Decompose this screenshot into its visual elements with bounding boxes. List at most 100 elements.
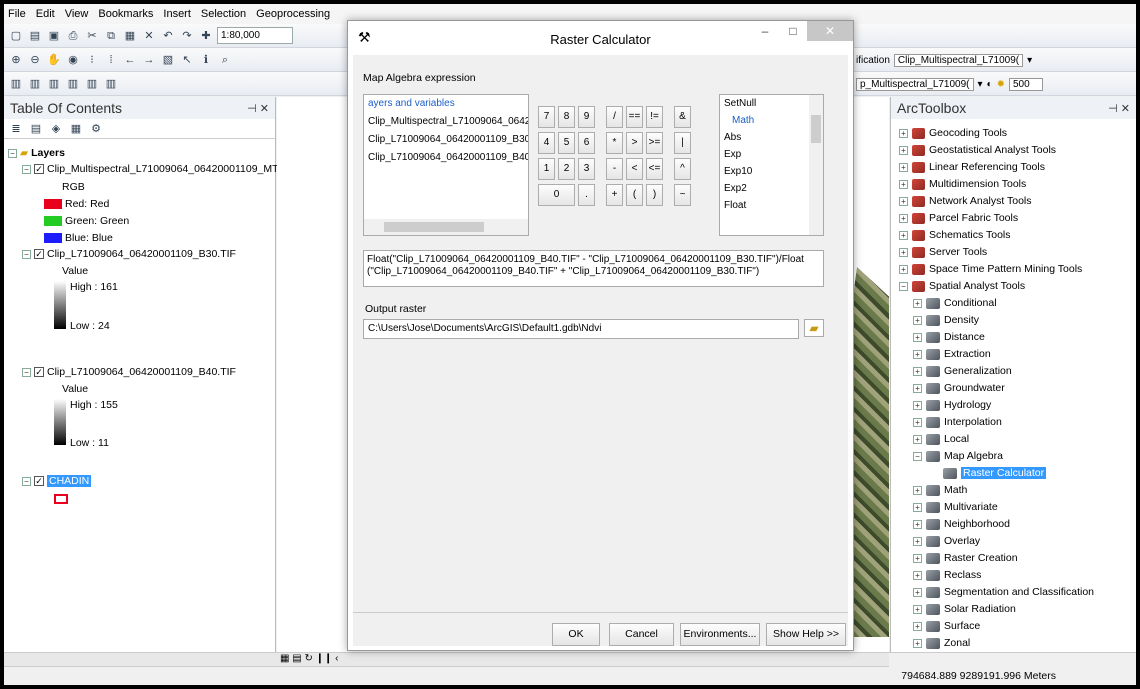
minimize-icon[interactable]: – [751, 21, 779, 41]
function-item[interactable]: Exp10 [720, 163, 823, 180]
expand-icon[interactable]: + [913, 519, 922, 529]
expand-icon[interactable]: + [899, 264, 908, 274]
expand-icon[interactable]: + [913, 434, 922, 444]
resolution-input[interactable]: 500 [1008, 77, 1043, 91]
expand-icon[interactable]: + [913, 383, 922, 393]
toolset-item[interactable]: + Generalization [913, 365, 1012, 377]
toolset-item[interactable]: + Local [913, 433, 969, 445]
calc-key[interactable]: 1 [538, 158, 555, 180]
layer-dropdown-2[interactable]: p_Multispectral_L71009( [856, 77, 974, 91]
zoom-in-icon[interactable]: ⊕ [8, 52, 24, 68]
toolbar-icon[interactable]: ▥ [46, 76, 62, 92]
expand-icon[interactable]: + [913, 332, 922, 342]
select-features-icon[interactable]: ▧ [160, 52, 176, 68]
add-data-icon[interactable]: ✚ [198, 28, 214, 44]
toolset-item[interactable]: + Reclass [913, 569, 981, 581]
zoom-out-icon[interactable]: ⊖ [27, 52, 43, 68]
expand-icon[interactable]: + [913, 570, 922, 580]
list-by-source-icon[interactable]: ▤ [28, 121, 44, 137]
expand-icon[interactable]: + [899, 196, 908, 206]
dialog-scrollbar[interactable] [830, 55, 844, 610]
contrast-icon[interactable]: ◐ [987, 79, 993, 90]
list-by-visibility-icon[interactable]: ◈ [48, 121, 64, 137]
fixed-zoom-out-icon[interactable]: ⁞ [103, 52, 119, 68]
calc-key[interactable]: | [674, 132, 691, 154]
layer-item[interactable]: Clip_L71009064_06420001109_B30.T [364, 131, 528, 149]
expand-icon[interactable]: + [913, 485, 922, 495]
collapse-icon[interactable]: − [22, 367, 31, 377]
dropdown-arrow-icon[interactable]: ▾ [978, 79, 983, 90]
function-item[interactable]: Exp2 [720, 180, 823, 197]
layer-dropdown[interactable]: Clip_Multispectral_L71009( [893, 53, 1024, 67]
close-icon[interactable]: ✕ [807, 21, 853, 41]
toolset-item[interactable]: + Solar Radiation [913, 603, 1016, 615]
toolset-item[interactable]: + Overlay [913, 535, 980, 547]
menu-bookmarks[interactable]: Bookmarks [98, 8, 153, 20]
expand-icon[interactable]: + [913, 536, 922, 546]
toolbox-item[interactable]: + Server Tools [899, 246, 987, 258]
calc-key[interactable]: 3 [578, 158, 595, 180]
calc-key[interactable]: . [578, 184, 595, 206]
layer-visibility-checkbox[interactable]: ✓ [34, 367, 44, 377]
expand-icon[interactable]: + [913, 604, 922, 614]
dropdown-arrow-icon[interactable]: ▾ [1027, 55, 1032, 66]
layer-multispectral[interactable]: − ✓ Clip_Multispectral_L71009064_0642000… [22, 163, 281, 175]
open-icon[interactable]: ▤ [27, 28, 43, 44]
ok-button[interactable]: OK [552, 623, 600, 646]
calc-key[interactable]: == [626, 106, 643, 128]
layout-view-icons[interactable]: ▦ ▤ ↻ ❙❙ ‹ [280, 653, 338, 664]
calc-key[interactable]: 9 [578, 106, 595, 128]
toolbar-icon[interactable]: ▥ [8, 76, 24, 92]
calc-key[interactable]: 7 [538, 106, 555, 128]
layer-visibility-checkbox[interactable]: ✓ [34, 249, 44, 259]
toolbar-icon[interactable]: ▥ [27, 76, 43, 92]
toolbar-icon[interactable]: ▥ [103, 76, 119, 92]
layers-group[interactable]: − ▰ Layers [8, 147, 65, 159]
options-icon[interactable]: ⚙ [88, 121, 104, 137]
toolbox-item[interactable]: + Network Analyst Tools [899, 195, 1032, 207]
pin-close-icon[interactable]: ⊣ ✕ [247, 102, 269, 115]
toolbox-item[interactable]: + Geocoding Tools [899, 127, 1007, 139]
toolbox-item[interactable]: − Spatial Analyst Tools [899, 280, 1025, 292]
undo-icon[interactable]: ↶ [160, 28, 176, 44]
expand-icon[interactable]: + [913, 315, 922, 325]
toolbox-item[interactable]: + Geostatistical Analyst Tools [899, 144, 1056, 156]
layer-visibility-checkbox[interactable]: ✓ [34, 476, 44, 486]
redo-icon[interactable]: ↷ [179, 28, 195, 44]
toolset-item[interactable]: + Interpolation [913, 416, 1002, 428]
toolset-item[interactable]: + Raster Creation [913, 552, 1018, 564]
pin-close-icon[interactable]: ⊣ ✕ [1108, 102, 1130, 115]
calc-key[interactable]: < [626, 158, 643, 180]
menu-edit[interactable]: Edit [36, 8, 55, 20]
toolset-item[interactable]: − Map Algebra [913, 450, 1003, 462]
function-category[interactable]: Math [720, 112, 823, 129]
expand-icon[interactable]: − [913, 451, 922, 461]
layer-item[interactable]: Clip_L71009064_06420001109_B40.T [364, 149, 528, 167]
toolset-item[interactable]: + Groundwater [913, 382, 1005, 394]
calc-key[interactable]: & [674, 106, 691, 128]
expand-icon[interactable]: + [899, 213, 908, 223]
calc-key[interactable]: * [606, 132, 623, 154]
collapse-icon[interactable]: − [22, 476, 31, 486]
toolset-item[interactable]: + Surface [913, 620, 980, 632]
calc-key[interactable]: >= [646, 132, 663, 154]
horizontal-scrollbar[interactable] [364, 219, 528, 235]
function-item[interactable]: Exp [720, 146, 823, 163]
cancel-button[interactable]: Cancel [609, 623, 674, 646]
layer-item[interactable]: Clip_Multispectral_L71009064_06420( [364, 113, 528, 131]
toolbox-item[interactable]: + Linear Referencing Tools [899, 161, 1045, 173]
calc-key[interactable]: ~ [674, 184, 691, 206]
calc-key[interactable]: 5 [558, 132, 575, 154]
menu-insert[interactable]: Insert [163, 8, 191, 20]
function-item[interactable]: SetNull [720, 95, 823, 112]
functions-list[interactable]: SetNull Math Abs Exp Exp10 Exp2 Float [719, 94, 824, 236]
expand-icon[interactable]: + [899, 247, 908, 257]
function-item[interactable]: Abs [720, 129, 823, 146]
print-icon[interactable]: ⎙ [65, 28, 81, 44]
calc-key[interactable]: > [626, 132, 643, 154]
toolset-item[interactable]: + Hydrology [913, 399, 991, 411]
toolbox-item[interactable]: + Space Time Pattern Mining Tools [899, 263, 1082, 275]
toolbox-item[interactable]: + Parcel Fabric Tools [899, 212, 1018, 224]
list-by-drawing-order-icon[interactable]: ≣ [8, 121, 24, 137]
menu-geoprocessing[interactable]: Geoprocessing [256, 8, 330, 20]
